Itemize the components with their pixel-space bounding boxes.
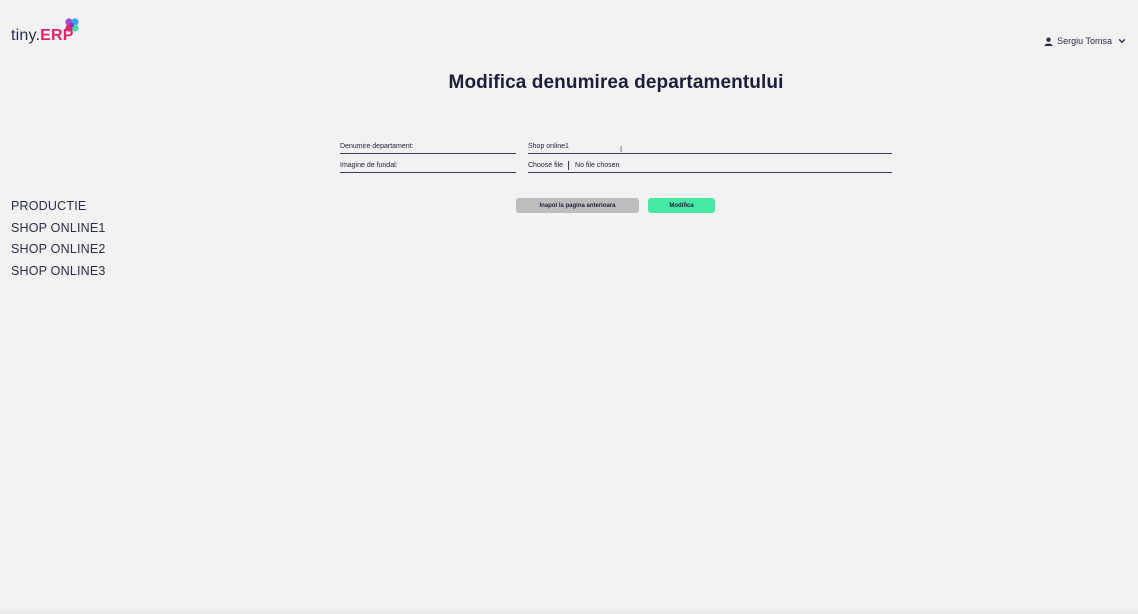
background-image-label: Imagine de fundal: — [340, 161, 516, 173]
department-name-input[interactable]: Shop online1 I — [528, 142, 892, 154]
department-name-label: Denumire departament: — [340, 142, 516, 154]
page-title: Modifica denumirea departamentului — [448, 72, 784, 93]
department-sidebar: PRODUCTIE SHOP ONLINE1 SHOP ONLINE2 SHOP… — [11, 196, 106, 282]
user-menu[interactable]: Sergiu Tomsa — [1044, 36, 1126, 46]
background-image-file-input[interactable]: Choose file No file chosen — [528, 161, 892, 173]
logo-prefix: tiny. — [11, 27, 41, 44]
file-status: No file chosen — [575, 162, 620, 169]
background-image-row: Imagine de fundal: Choose file No file ch… — [340, 161, 892, 173]
chevron-down-icon[interactable] — [1118, 37, 1126, 45]
text-cursor-icon: I — [620, 145, 623, 154]
form-actions: Inapoi la pagina anterioara Modifica — [516, 198, 715, 213]
bottom-edge — [0, 608, 1138, 614]
department-name-row: Denumire departament: Shop online1 I — [340, 143, 892, 154]
sidebar-item-shop-online3[interactable]: SHOP ONLINE3 — [11, 261, 106, 283]
back-button[interactable]: Inapoi la pagina anterioara — [516, 198, 639, 213]
logo[interactable]: tiny.ERP — [11, 18, 79, 44]
department-name-value: Shop online1 — [528, 143, 569, 150]
sidebar-item-shop-online2[interactable]: SHOP ONLINE2 — [11, 239, 106, 261]
sidebar-item-productie[interactable]: PRODUCTIE — [11, 196, 106, 218]
user-icon — [1044, 37, 1053, 46]
choose-file-button[interactable]: Choose file — [528, 161, 570, 170]
department-form: Denumire departament: Shop online1 I Ima… — [340, 143, 892, 181]
user-name: Sergiu Tomsa — [1057, 36, 1112, 46]
page: tiny.ERP Sergiu Tomsa Modifica denumirea… — [0, 0, 1138, 614]
sidebar-item-shop-online1[interactable]: SHOP ONLINE1 — [11, 218, 106, 240]
modify-button[interactable]: Modifica — [648, 198, 715, 213]
logo-flower-icon — [65, 18, 79, 32]
